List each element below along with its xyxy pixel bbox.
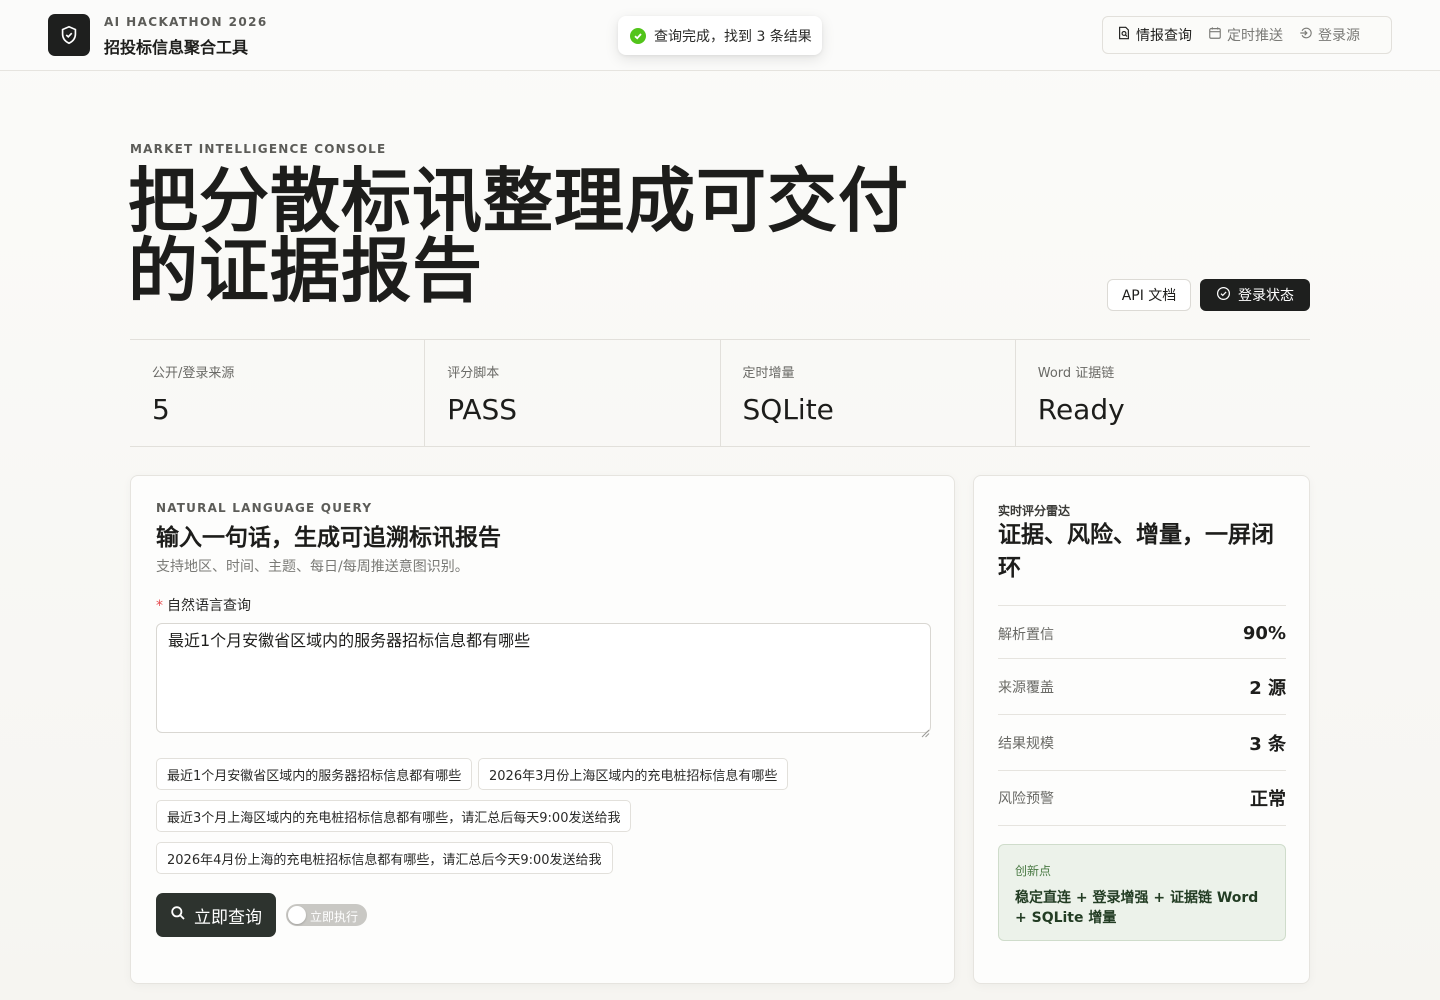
hero-title: 把分散标讯整理成可交付 的证据报告	[128, 166, 928, 306]
stat-label: 定时增量	[742, 366, 795, 381]
brand-kicker: AI HACKATHON 2026	[104, 15, 268, 29]
example-chip[interactable]: 最近1个月安徽省区域内的服务器招标信息都有哪些	[156, 758, 473, 790]
metric-value: 90%	[1242, 623, 1286, 644]
metric-row: 解析置信 90%	[998, 605, 1286, 661]
login-status-label: 登录状态	[1238, 288, 1294, 304]
metric-label: 风险预警	[998, 791, 1054, 807]
radar-kicker: 实时评分雷达	[998, 504, 1071, 518]
stat-value: PASS	[447, 393, 518, 426]
stat-value: SQLite	[742, 393, 834, 426]
search-button-label: 立即查询	[194, 907, 262, 928]
search-now-button[interactable]: 立即查询	[156, 893, 276, 937]
query-field-label: * 自然语言查询	[156, 595, 251, 615]
example-chip[interactable]: 2026年4月份上海的充电桩招标信息都有哪些，请汇总后今天9:00发送给我	[156, 842, 613, 874]
innovation-kicker: 创新点	[1015, 864, 1052, 878]
toast-text: 查询完成，找到 3 条结果	[654, 28, 812, 45]
query-field-label-text: 自然语言查询	[167, 598, 251, 614]
metric-label: 结果规模	[998, 735, 1054, 752]
metric-row: 来源覆盖 2 源	[998, 658, 1286, 714]
query-subtitle: 支持地区、时间、主题、每日/每周推送意图识别。	[156, 559, 469, 575]
nav-label: 定时推送	[1227, 28, 1283, 44]
radar-title: 证据、风险、增量，一屏闭环	[998, 522, 1274, 581]
success-toast: 查询完成，找到 3 条结果	[618, 16, 822, 55]
check-circle-icon	[1216, 286, 1231, 305]
nav-label: 登录源	[1318, 28, 1360, 44]
top-nav: 情报查询 定时推送 登录源	[1102, 16, 1392, 54]
stat-sources: 公开/登录来源 5	[130, 340, 426, 446]
login-icon	[1299, 26, 1313, 44]
stats-strip: 公开/登录来源 5 评分脚本 PASS 定时增量 SQLite Word 证据链…	[130, 339, 1310, 447]
nav-item-login-source[interactable]: 登录源	[1293, 21, 1366, 49]
execute-now-toggle[interactable]: 立即执行	[286, 904, 367, 926]
app-title: 招投标信息聚合工具	[104, 38, 249, 57]
stat-word-evidence: Word 证据链 Ready	[1016, 340, 1310, 446]
metric-value: 正常	[1250, 789, 1286, 810]
innovation-text: 稳定直连 + 登录增强 + 证据链 Word + SQLite 增量	[1015, 890, 1259, 926]
stat-label: Word 证据链	[1037, 366, 1115, 381]
stat-value: 5	[152, 393, 170, 426]
required-mark: *	[156, 598, 163, 614]
query-kicker: NATURAL LANGUAGE QUERY	[156, 501, 373, 515]
metric-row: 结果规模 3 条	[998, 714, 1286, 770]
metric-value: 2 源	[1249, 677, 1286, 699]
search-doc-icon	[1117, 26, 1131, 44]
hero-kicker: MARKET INTELLIGENCE CONSOLE	[130, 142, 387, 156]
login-status-button[interactable]: 登录状态	[1200, 279, 1310, 311]
shield-logo-icon	[48, 14, 90, 56]
hero-title-line-2: 的证据报告	[128, 230, 483, 312]
stat-scheduled-increment: 定时增量 SQLite	[721, 340, 1016, 446]
nav-label: 情报查询	[1136, 28, 1192, 44]
stat-value: Ready	[1037, 393, 1125, 426]
stat-label: 评分脚本	[447, 366, 500, 381]
search-icon	[170, 905, 186, 926]
metric-label: 来源覆盖	[998, 679, 1054, 696]
radar-card: 实时评分雷达 证据、风险、增量，一屏闭环 解析置信 90% 来源覆盖 2 源 结…	[973, 475, 1310, 984]
query-textarea[interactable]: 最近1个月安徽省区域内的服务器招标信息都有哪些	[156, 623, 931, 733]
innovation-box: 创新点 稳定直连 + 登录增强 + 证据链 Word + SQLite 增量	[998, 844, 1286, 941]
example-chip[interactable]: 最近3个月上海区域内的充电桩招标信息都有哪些，请汇总后每天9:00发送给我	[156, 800, 632, 832]
success-check-icon	[630, 27, 646, 44]
toggle-knob	[288, 906, 306, 924]
metric-label: 解析置信	[998, 626, 1054, 643]
resize-grip-icon[interactable]	[921, 723, 930, 738]
nav-item-schedule-push[interactable]: 定时推送	[1202, 21, 1289, 49]
query-card: NATURAL LANGUAGE QUERY 输入一句话，生成可追溯标讯报告 支…	[130, 475, 955, 984]
metric-value: 3 条	[1249, 733, 1286, 755]
nav-item-intel-query[interactable]: 情报查询	[1111, 21, 1198, 49]
example-chip[interactable]: 2026年3月份上海区域内的充电桩招标信息有哪些	[478, 758, 789, 790]
calendar-icon	[1208, 26, 1222, 44]
toggle-label: 立即执行	[310, 910, 359, 924]
stat-label: 公开/登录来源	[152, 366, 235, 381]
api-docs-button[interactable]: API 文档	[1107, 279, 1191, 311]
query-title: 输入一句话，生成可追溯标讯报告	[156, 525, 501, 551]
stat-scoring-script: 评分脚本 PASS	[425, 340, 721, 446]
metric-row: 风险预警 正常	[998, 770, 1286, 826]
